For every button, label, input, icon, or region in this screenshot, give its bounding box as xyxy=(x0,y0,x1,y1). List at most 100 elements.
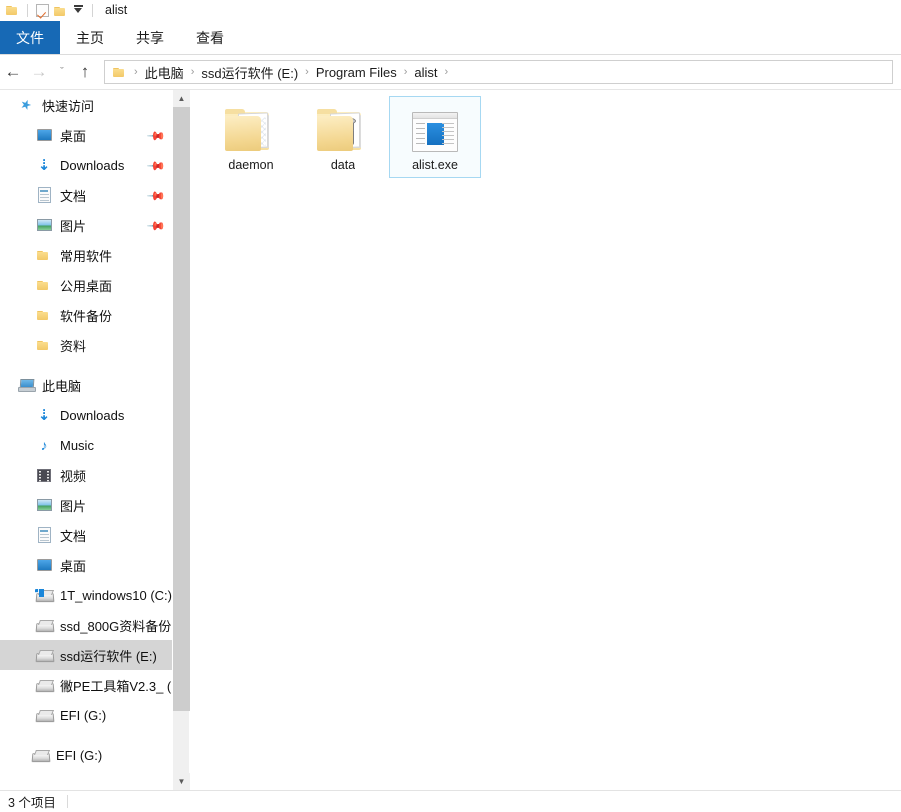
sidebar-item-label: 软件备份 xyxy=(60,308,113,324)
file-item-data[interactable]: data xyxy=(297,96,389,178)
pictures-icon xyxy=(34,216,54,234)
sidebar-item-label: 桌面 xyxy=(60,558,87,574)
status-divider xyxy=(66,795,68,808)
title-divider xyxy=(92,4,93,17)
downloads-icon: ⇣ xyxy=(37,156,51,174)
exe-icon xyxy=(408,102,462,152)
recent-locations-chevron-down-icon[interactable]: ˇ xyxy=(52,59,72,85)
tab-view[interactable]: 查看 xyxy=(180,21,240,54)
sidebar-item-pictures[interactable]: 图片 📌 xyxy=(0,210,172,240)
breadcrumb-separator[interactable]: › xyxy=(440,66,454,78)
sidebar-item-public-desktop[interactable]: 公用桌面 xyxy=(0,270,172,300)
customize-qat-chevron-down-icon[interactable] xyxy=(69,2,87,19)
star-icon: ★ xyxy=(18,95,35,114)
desktop-icon xyxy=(34,556,54,574)
window-title: alist xyxy=(105,3,128,17)
drive-icon xyxy=(34,676,54,694)
breadcrumb[interactable]: › 此电脑 › ssd运行软件 (E:) › Program Files › a… xyxy=(104,60,893,84)
sidebar-group-this-pc[interactable]: 此电脑 xyxy=(0,370,172,400)
explorer-icon[interactable] xyxy=(4,2,22,19)
sidebar-item-pc-pictures[interactable]: 图片 xyxy=(0,490,172,520)
file-item-label: data xyxy=(330,158,356,172)
item-count-label: 3 个项目 xyxy=(8,796,56,810)
file-item-alist-exe[interactable]: alist.exe xyxy=(389,96,481,178)
navigation-pane[interactable]: ★ 快速访问 桌面 📌 ⇣ Downloads 📌 文档 📌 图片 📌 常用软件 xyxy=(0,90,172,790)
sidebar-item-label: 资料 xyxy=(60,338,87,354)
sidebar-item-label: 常用软件 xyxy=(60,248,113,264)
breadcrumb-folder-icon[interactable] xyxy=(111,64,129,81)
new-folder-icon[interactable] xyxy=(51,2,69,19)
breadcrumb-separator[interactable]: › xyxy=(399,66,413,78)
sidebar-item-software-backup[interactable]: 软件备份 xyxy=(0,300,172,330)
sidebar-item-label: EFI (G:) xyxy=(60,707,107,723)
file-list-row: daemon data alist.exe xyxy=(190,90,901,178)
drive-icon xyxy=(30,746,50,764)
sidebar-item-label: 1T_windows10 (C:) xyxy=(60,587,172,603)
drive-icon xyxy=(34,646,54,664)
pin-icon[interactable]: 📌 xyxy=(146,126,166,146)
tab-share[interactable]: 共享 xyxy=(120,21,180,54)
tab-file[interactable]: 文件 xyxy=(0,21,60,54)
up-button[interactable]: ↑ xyxy=(72,59,98,85)
folder-icon xyxy=(34,246,54,264)
desktop-icon xyxy=(34,126,54,144)
sidebar-item-drive-c[interactable]: 1T_windows10 (C:) xyxy=(0,580,172,610)
sidebar-item-pc-desktop[interactable]: 桌面 xyxy=(0,550,172,580)
sidebar-item-label: 图片 xyxy=(60,218,87,234)
scrollbar-thumb[interactable] xyxy=(173,107,190,711)
sidebar-item-drive-d[interactable]: ssd_800G资料备份 xyxy=(0,610,172,640)
downloads-icon: ⇣ xyxy=(37,406,51,424)
navigation-pane-scrollbar[interactable]: ▲ ▼ xyxy=(172,90,190,790)
file-item-label: alist.exe xyxy=(412,158,458,172)
sidebar-item-pc-documents[interactable]: 文档 xyxy=(0,520,172,550)
pin-icon[interactable]: 📌 xyxy=(146,216,166,236)
breadcrumb-item-this-pc[interactable]: 此电脑 xyxy=(143,63,186,82)
pictures-icon xyxy=(34,496,54,514)
pin-icon[interactable]: 📌 xyxy=(146,186,166,206)
file-item-daemon[interactable]: daemon xyxy=(205,96,297,178)
status-bar: 3 个项目 xyxy=(0,790,901,812)
breadcrumb-separator[interactable]: › xyxy=(186,66,200,78)
sidebar-item-label: ssd_800G资料备份 xyxy=(60,618,172,634)
sidebar-item-label: Downloads xyxy=(60,157,125,173)
breadcrumb-separator[interactable]: › xyxy=(300,66,314,78)
qat-divider xyxy=(27,4,28,17)
back-button[interactable]: ← xyxy=(0,59,26,85)
sidebar-item-documents[interactable]: 文档 📌 xyxy=(0,180,172,210)
sidebar-item-common-software[interactable]: 常用软件 xyxy=(0,240,172,270)
breadcrumb-item-program-files[interactable]: Program Files xyxy=(314,65,399,80)
tab-home[interactable]: 主页 xyxy=(60,21,120,54)
breadcrumb-separator[interactable]: › xyxy=(129,66,143,78)
sidebar-item-drive-f[interactable]: 徶PE工具箱V2.3_ (F xyxy=(0,670,172,700)
drive-icon xyxy=(34,616,54,634)
breadcrumb-item-alist[interactable]: alist xyxy=(412,65,439,80)
sidebar-item-label: 徶PE工具箱V2.3_ (F xyxy=(60,678,172,694)
sidebar-item-label: Downloads xyxy=(60,407,125,423)
sidebar-item-label: ssd运行软件 (E:) xyxy=(60,648,157,664)
sidebar-item-label: 快速访问 xyxy=(42,98,95,114)
documents-icon xyxy=(34,526,54,544)
breadcrumb-item-drive-e[interactable]: ssd运行软件 (E:) xyxy=(199,63,300,82)
sidebar-item-materials[interactable]: 资料 xyxy=(0,330,172,360)
properties-checkbox-icon[interactable] xyxy=(33,2,51,19)
file-list-pane[interactable]: daemon data alist.exe xyxy=(190,90,901,790)
sidebar-item-desktop[interactable]: 桌面 📌 xyxy=(0,120,172,150)
sidebar-item-downloads[interactable]: ⇣ Downloads 📌 xyxy=(0,150,172,180)
sidebar-item-drive-g[interactable]: EFI (G:) xyxy=(0,700,172,730)
sidebar-item-pc-music[interactable]: ♪ Music xyxy=(0,430,172,460)
pin-icon[interactable]: 📌 xyxy=(146,156,166,176)
ribbon-tab-bar: 文件 主页 共享 查看 xyxy=(0,21,901,55)
forward-button[interactable]: → xyxy=(26,59,52,85)
sidebar-item-drive-e[interactable]: ssd运行软件 (E:) xyxy=(0,640,172,670)
sidebar-item-pc-videos[interactable]: 视频 xyxy=(0,460,172,490)
sidebar-item-pc-downloads[interactable]: ⇣ Downloads xyxy=(0,400,172,430)
scroll-up-arrow-icon[interactable]: ▲ xyxy=(173,90,190,107)
file-item-label: daemon xyxy=(228,158,274,172)
sidebar-group-quick-access[interactable]: ★ 快速访问 xyxy=(0,90,172,120)
scroll-down-arrow-icon[interactable]: ▼ xyxy=(173,773,190,790)
sidebar-group-efi[interactable]: EFI (G:) xyxy=(0,740,172,770)
folder-icon xyxy=(34,336,54,354)
folder-icon xyxy=(34,276,54,294)
sidebar-item-label: 视频 xyxy=(60,468,87,484)
sidebar-item-label: 桌面 xyxy=(60,128,87,144)
